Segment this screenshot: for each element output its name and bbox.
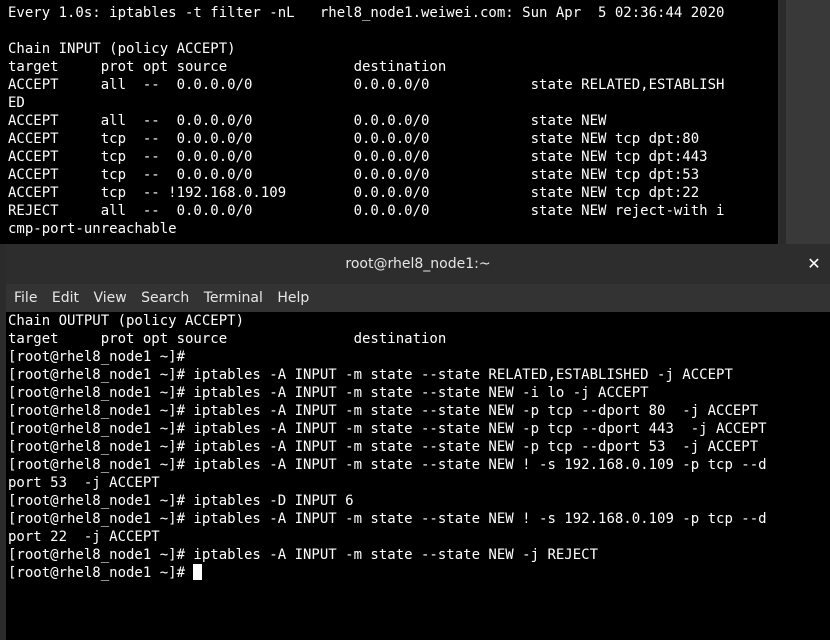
terminal-output[interactable]: Chain OUTPUT (policy ACCEPT) target prot… bbox=[6, 312, 830, 640]
menu-edit[interactable]: Edit bbox=[47, 285, 84, 311]
watch-line: target prot opt source destination bbox=[8, 59, 447, 75]
watch-line: REJECT all -- 0.0.0.0/0 0.0.0.0/0 state … bbox=[8, 203, 725, 219]
watch-line: ACCEPT all -- 0.0.0.0/0 0.0.0.0/0 state … bbox=[8, 77, 725, 93]
menu-terminal[interactable]: Terminal bbox=[199, 285, 268, 311]
watch-line: ACCEPT all -- 0.0.0.0/0 0.0.0.0/0 state … bbox=[8, 113, 607, 129]
terminal-line: [root@rhel8_node1 ~]# bbox=[8, 349, 186, 365]
window-titlebar[interactable]: root@rhel8_node1:~ ✕ bbox=[6, 244, 830, 284]
menu-search[interactable]: Search bbox=[136, 285, 194, 311]
window-title: root@rhel8_node1:~ bbox=[345, 256, 491, 272]
shell-prompt: [root@rhel8_node1 ~]# bbox=[8, 565, 194, 581]
watch-scrollbar[interactable] bbox=[778, 0, 780, 244]
terminal-line: [root@rhel8_node1 ~]# iptables -A INPUT … bbox=[8, 439, 759, 455]
watch-terminal[interactable]: Every 1.0s: iptables -t filter -nL rhel8… bbox=[0, 0, 780, 244]
terminal-line: [root@rhel8_node1 ~]# iptables -A INPUT … bbox=[8, 511, 767, 527]
terminal-window[interactable]: root@rhel8_node1:~ ✕ File Edit View Sear… bbox=[6, 244, 830, 640]
watch-line: ACCEPT tcp -- !192.168.0.109 0.0.0.0/0 s… bbox=[8, 185, 700, 201]
watch-line: ACCEPT tcp -- 0.0.0.0/0 0.0.0.0/0 state … bbox=[8, 131, 700, 147]
prompt-line[interactable]: [root@rhel8_node1 ~]# bbox=[8, 564, 767, 582]
menu-bar: File Edit View Search Terminal Help bbox=[6, 284, 830, 313]
menu-file[interactable]: File bbox=[9, 285, 42, 311]
text-cursor bbox=[193, 564, 203, 580]
watch-line: ACCEPT tcp -- 0.0.0.0/0 0.0.0.0/0 state … bbox=[8, 149, 708, 165]
terminal-line: target prot opt source destination bbox=[8, 331, 447, 347]
terminal-line: [root@rhel8_node1 ~]# iptables -A INPUT … bbox=[8, 457, 767, 473]
terminal-line: [root@rhel8_node1 ~]# iptables -A INPUT … bbox=[8, 547, 599, 563]
terminal-line: [root@rhel8_node1 ~]# iptables -A INPUT … bbox=[8, 385, 649, 401]
watch-line: cmp-port-unreachable bbox=[8, 221, 177, 237]
watch-line: Every 1.0s: iptables -t filter -nL rhel8… bbox=[8, 5, 725, 21]
watch-line: Chain INPUT (policy ACCEPT) bbox=[8, 41, 236, 57]
menu-help[interactable]: Help bbox=[272, 285, 314, 311]
watch-line: ED bbox=[8, 95, 25, 111]
terminal-line: [root@rhel8_node1 ~]# iptables -A INPUT … bbox=[8, 403, 759, 419]
terminal-line: [root@rhel8_node1 ~]# iptables -A INPUT … bbox=[8, 421, 767, 437]
watch-line bbox=[8, 22, 724, 40]
background-panel bbox=[786, 0, 830, 244]
menu-view[interactable]: View bbox=[88, 285, 131, 311]
terminal-line: [root@rhel8_node1 ~]# iptables -D INPUT … bbox=[8, 493, 354, 509]
terminal-line: Chain OUTPUT (policy ACCEPT) bbox=[8, 313, 245, 329]
terminal-line: port 22 -j ACCEPT bbox=[8, 529, 160, 545]
terminal-line: [root@rhel8_node1 ~]# iptables -A INPUT … bbox=[8, 367, 733, 383]
watch-line: ACCEPT tcp -- 0.0.0.0/0 0.0.0.0/0 state … bbox=[8, 167, 700, 183]
close-icon[interactable]: ✕ bbox=[804, 254, 824, 274]
terminal-line: port 53 -j ACCEPT bbox=[8, 475, 160, 491]
